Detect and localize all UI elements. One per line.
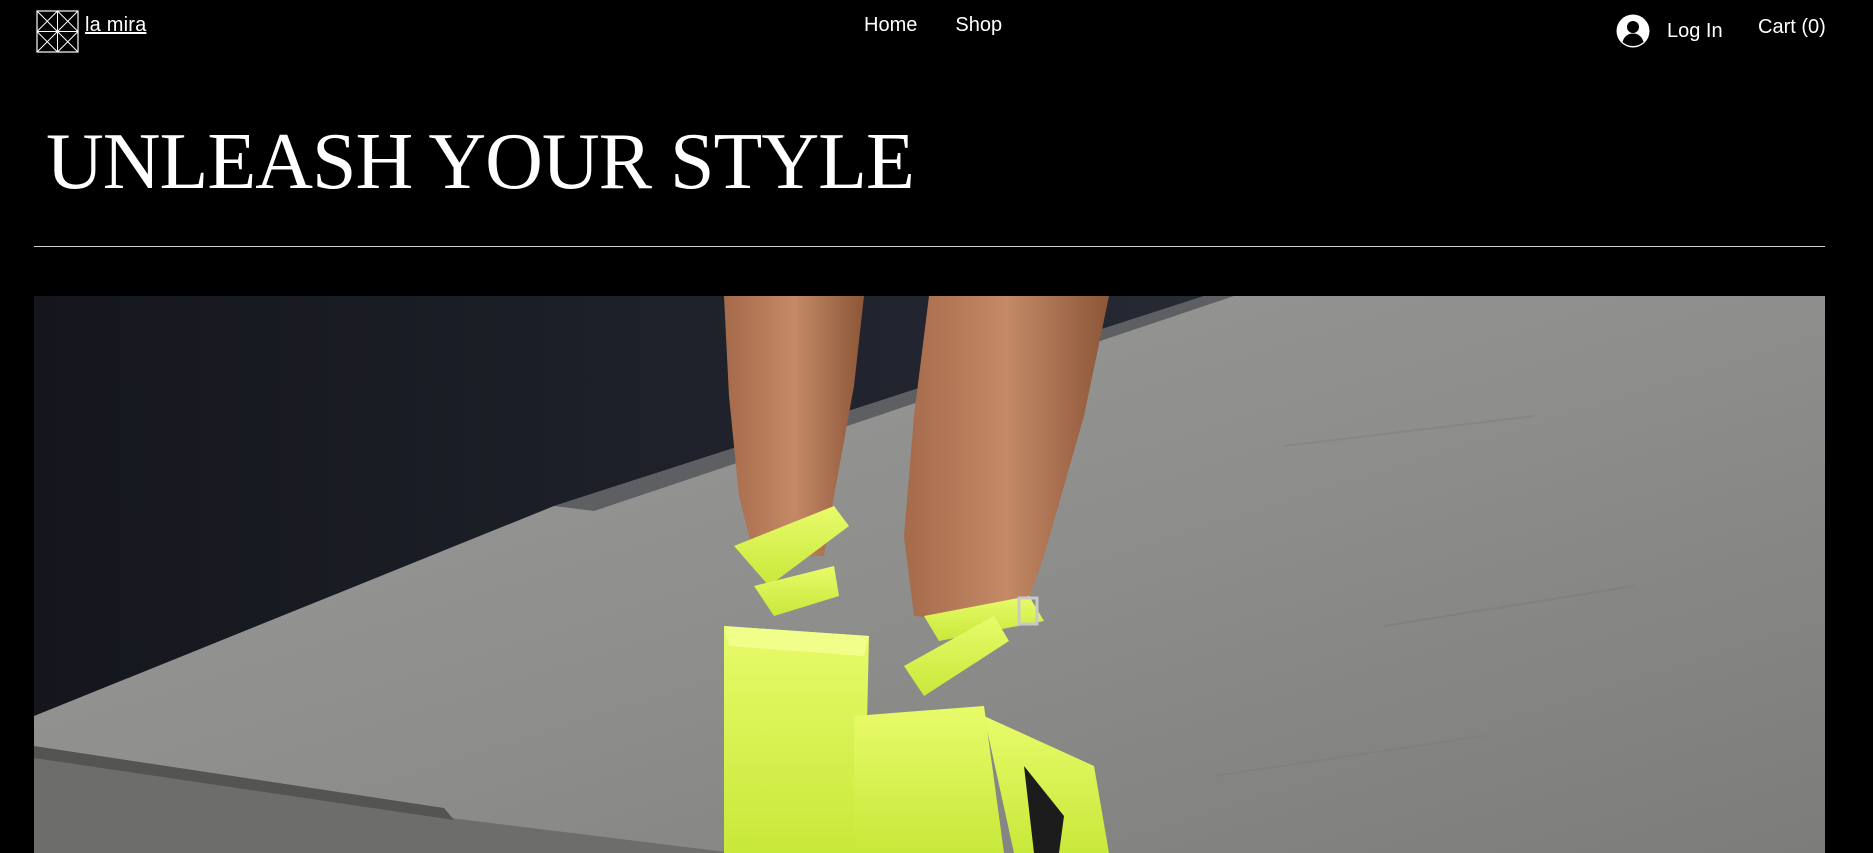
logo-text[interactable]: la mira bbox=[85, 14, 146, 37]
hero-title: UNLEASH YOUR STYLE bbox=[46, 118, 915, 206]
nav-shop[interactable]: Shop bbox=[955, 14, 1002, 37]
login-label[interactable]: Log In bbox=[1667, 20, 1723, 43]
hero-image bbox=[34, 296, 1825, 853]
user-avatar-icon bbox=[1616, 14, 1650, 48]
divider bbox=[34, 246, 1825, 247]
logo-icon bbox=[36, 10, 79, 53]
main-nav: Home Shop bbox=[864, 14, 1002, 37]
login-button[interactable]: Log In bbox=[1616, 14, 1723, 48]
logo-link[interactable]: la mira bbox=[36, 10, 146, 53]
nav-home[interactable]: Home bbox=[864, 14, 917, 37]
site-header: la mira Home Shop Log In Cart (0) bbox=[0, 0, 1873, 60]
cart-button[interactable]: Cart (0) bbox=[1758, 16, 1826, 39]
